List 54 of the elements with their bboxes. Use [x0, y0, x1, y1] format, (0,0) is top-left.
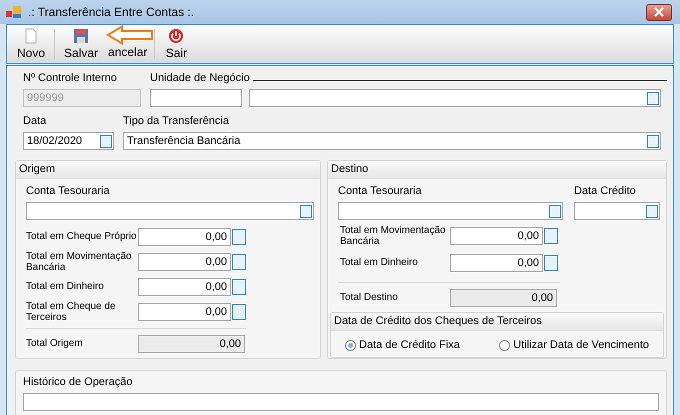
toolbar-button[interactable]: Salvar [58, 25, 104, 63]
radio-option[interactable]: Data de Crédito Fixa [345, 339, 460, 351]
ellipsis-button[interactable] [232, 304, 246, 320]
amount-field[interactable]: 0,00 [450, 254, 543, 272]
page-icon [23, 28, 39, 44]
field-label: Data [23, 115, 48, 128]
field-label: Data Crédito [574, 185, 637, 198]
group-title: Destino [328, 161, 666, 179]
ellipsis-button[interactable] [232, 254, 246, 270]
close-icon [654, 7, 664, 17]
field-label: Tipo da Transferência [123, 115, 230, 128]
amount-field[interactable]: 0,00 [138, 278, 231, 296]
dropdown[interactable]: Transferência Bancária [123, 132, 661, 150]
toolbar-button[interactable]: Sair [158, 25, 194, 63]
dropdown[interactable] [249, 89, 661, 107]
dropdown[interactable] [26, 202, 314, 220]
field-label: Total em Dinheiro [26, 281, 105, 292]
arrow-annotation [106, 25, 154, 45]
input-field[interactable] [150, 89, 242, 107]
toolbar-button[interactable]: Novo [11, 25, 52, 63]
group-title: Origem [16, 161, 320, 179]
ellipsis-button[interactable] [232, 228, 246, 244]
window-title: .: Transferência Entre Contas :. [28, 5, 196, 19]
date-field[interactable] [574, 202, 660, 220]
ellipsis-button[interactable] [544, 254, 558, 270]
amount-field[interactable]: 0,00 [138, 252, 231, 270]
amount-field[interactable]: 0,00 [450, 226, 543, 244]
total-field: 0,00 [138, 334, 245, 352]
field-label: Histórico de Operação [23, 376, 134, 389]
field-label: Total Destino [340, 292, 399, 303]
field-label: Conta Tesouraria [26, 185, 111, 198]
toolbar-button[interactable]: ancelar [104, 44, 152, 60]
field-label: Total em Cheque Próprio [26, 231, 138, 242]
input-field[interactable] [23, 393, 659, 411]
field-label: Total em Dinheiro [340, 257, 419, 268]
close-button[interactable] [646, 4, 672, 20]
date-field[interactable]: 18/02/2020 [23, 132, 114, 150]
field-label: Total em Movimentação Bancária [26, 250, 133, 272]
amount-field[interactable]: 0,00 [138, 228, 231, 246]
group-title: Data de Crédito dos Cheques de Terceiros [331, 313, 663, 331]
amount-field[interactable]: 0,00 [138, 302, 231, 320]
power-icon [168, 28, 184, 44]
field-label: Total em Movimentação Bancária [340, 224, 447, 246]
app-icon [6, 5, 22, 19]
total-field: 0,00 [450, 288, 557, 306]
field-label: Conta Tesouraria [338, 185, 423, 198]
field-label: Total Origem [26, 338, 84, 349]
radio-option[interactable]: Utilizar Data de Vencimento [499, 339, 649, 351]
ellipsis-button[interactable] [544, 228, 558, 244]
field-label: Unidade de Negócio [150, 72, 250, 85]
field-label: Total em Cheque de Terceiros [26, 300, 117, 322]
dropdown[interactable] [338, 202, 563, 220]
field-label: Nº Controle Interno [23, 72, 118, 85]
ellipsis-button[interactable] [232, 278, 246, 294]
